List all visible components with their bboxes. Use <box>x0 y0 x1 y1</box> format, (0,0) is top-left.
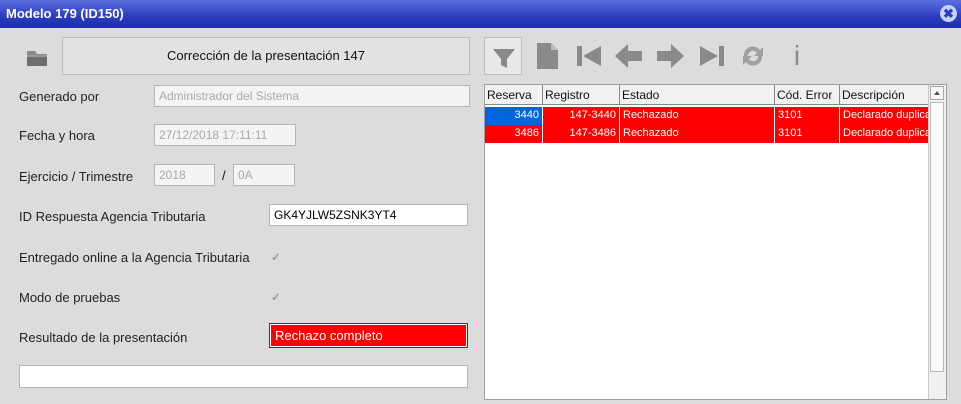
column-header-descripcion[interactable]: Descripción <box>840 85 932 105</box>
cell-estado: Rechazado <box>620 125 775 143</box>
ejercicio-trimestre-label: Ejercicio / Trimestre <box>19 169 134 184</box>
info-button[interactable]: i <box>778 37 816 75</box>
chevron-up-icon <box>934 91 940 95</box>
window-titlebar: Modelo 179 (ID150) ✖ <box>0 0 961 28</box>
table-row[interactable]: 3440 147-3440 Rechazado 3101 Declarado d… <box>485 107 930 125</box>
previous-record-icon <box>615 44 642 68</box>
fecha-hora-field[interactable]: 27/12/2018 17:11:11 <box>154 124 296 146</box>
cell-cod-error: 3101 <box>775 107 840 125</box>
refresh-button[interactable] <box>734 37 772 75</box>
info-icon: i <box>793 40 801 71</box>
folder-icon <box>27 51 47 66</box>
ejercicio-field[interactable]: 2018 <box>154 164 215 186</box>
new-document-icon <box>537 43 558 69</box>
first-record-icon <box>577 46 601 66</box>
cell-descripcion: Declarado duplica <box>843 127 930 139</box>
window-title: Modelo 179 (ID150) <box>6 6 124 21</box>
modo-pruebas-label: Modo de pruebas <box>19 290 121 305</box>
column-header-estado[interactable]: Estado <box>620 85 775 105</box>
new-document-button[interactable] <box>528 37 566 75</box>
resultado-field[interactable]: Rechazo completo <box>269 323 468 348</box>
cell-estado: Rechazado <box>620 107 775 125</box>
cell-reserva: 3440 <box>485 107 543 125</box>
entregado-online-checkbox[interactable]: ✓ <box>271 251 283 263</box>
column-header-reserva[interactable]: Reserva <box>485 85 543 105</box>
generado-por-field[interactable]: Administrador del Sistema <box>154 85 470 107</box>
last-record-icon <box>700 46 724 66</box>
resultado-label: Resultado de la presentación <box>19 330 188 345</box>
presentation-button[interactable]: Corrección de la presentación 147 <box>62 37 470 75</box>
refresh-icon <box>743 46 763 66</box>
trimestre-field[interactable]: 0A <box>233 164 295 186</box>
previous-record-button[interactable] <box>610 37 648 75</box>
entregado-online-label: Entregado online a la Agencia Tributaria <box>19 250 250 265</box>
id-respuesta-label: ID Respuesta Agencia Tributaria <box>19 209 206 224</box>
cell-registro: 147-3440 <box>543 107 620 125</box>
cell-descripcion: Declarado duplica <box>843 109 930 121</box>
folder-button[interactable] <box>20 42 54 72</box>
modo-pruebas-checkbox[interactable]: ✓ <box>271 291 283 303</box>
fecha-hora-label: Fecha y hora <box>19 128 95 143</box>
table-row[interactable]: 3486 147-3486 Rechazado 3101 Declarado d… <box>485 125 930 143</box>
generado-por-label: Generado por <box>19 89 100 104</box>
scroll-up-button[interactable] <box>930 86 944 100</box>
cell-cod-error: 3101 <box>775 125 840 143</box>
presentation-grid: Reserva Registro Estado Cód. Error Descr… <box>484 84 947 400</box>
first-record-button[interactable] <box>570 37 608 75</box>
scroll-thumb[interactable] <box>930 102 944 372</box>
next-record-icon <box>657 44 684 68</box>
ejercicio-separator: / <box>222 168 226 183</box>
column-header-registro[interactable]: Registro <box>543 85 620 105</box>
close-icon[interactable]: ✖ <box>940 5 957 22</box>
filter-icon <box>493 49 515 68</box>
cell-registro: 147-3486 <box>543 125 620 143</box>
grid-header: Reserva Registro Estado Cód. Error Descr… <box>485 85 932 105</box>
grid-vertical-scrollbar[interactable] <box>928 85 946 399</box>
notes-field[interactable] <box>19 365 468 388</box>
column-header-cod-error[interactable]: Cód. Error <box>775 85 840 105</box>
cell-reserva: 3486 <box>485 125 543 143</box>
filter-button[interactable] <box>484 37 522 75</box>
next-record-button[interactable] <box>651 37 689 75</box>
id-respuesta-field[interactable]: GK4YJLW5ZSNK3YT4 <box>269 204 468 226</box>
last-record-button[interactable] <box>693 37 731 75</box>
